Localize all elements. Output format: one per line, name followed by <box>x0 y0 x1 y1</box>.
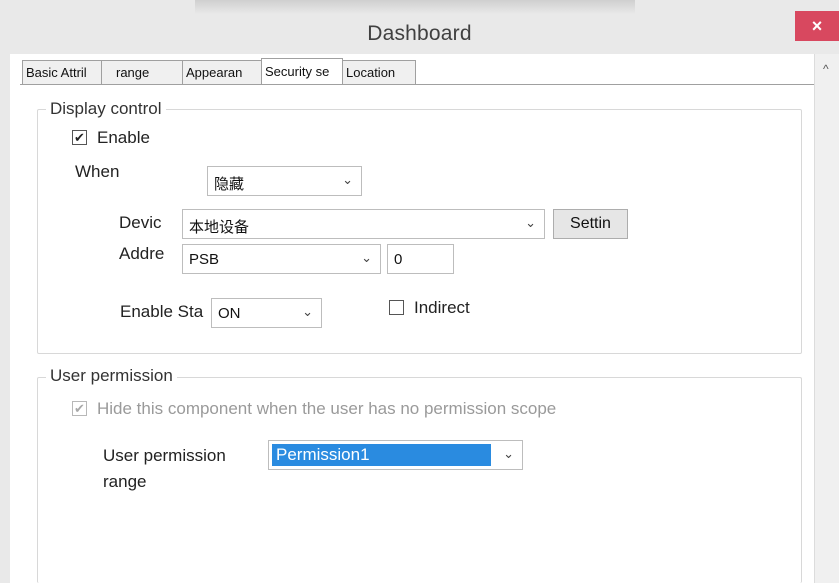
address-input[interactable]: 0 <box>387 244 454 274</box>
close-icon: × <box>811 15 823 36</box>
enable-checkbox[interactable]: ✔ <box>72 130 87 145</box>
check-icon: ✔ <box>74 401 85 416</box>
address-type-value: PSB <box>189 251 220 268</box>
scrollbar[interactable] <box>814 54 839 583</box>
check-icon: ✔ <box>74 130 85 145</box>
permission-range-value: Permission1 <box>272 444 491 466</box>
hide-component-checkbox[interactable]: ✔ <box>72 401 87 416</box>
enable-label: Enable <box>97 128 150 147</box>
enable-state-select[interactable]: ON ⌄ <box>211 298 322 328</box>
when-value: 隐藏 <box>214 176 245 193</box>
chevron-down-icon: ⌄ <box>361 250 372 265</box>
tab-security-settings[interactable]: Security se <box>261 58 343 84</box>
chevron-down-icon: ⌄ <box>525 215 536 230</box>
address-type-select[interactable]: PSB ⌄ <box>182 244 381 274</box>
permission-range-label-line1: User permission <box>103 446 226 465</box>
window-title: Dashboard <box>367 22 472 45</box>
chevron-down-icon: ⌄ <box>503 446 514 461</box>
user-permission-title: User permission <box>46 366 177 386</box>
permission-range-select[interactable]: Permission1 ⌄ <box>268 440 523 470</box>
tab-content-border <box>20 84 814 85</box>
title-bar-shade <box>195 0 635 14</box>
enable-state-value: ON <box>218 305 241 322</box>
permission-range-label-line2: range <box>103 472 147 491</box>
title-bar: Dashboard × <box>0 0 839 54</box>
tab-appearance[interactable]: Appearan <box>182 60 262 84</box>
address-label: Addre <box>119 244 165 263</box>
device-label: Devic <box>119 213 162 232</box>
chevron-down-icon: ⌄ <box>342 172 353 187</box>
hide-component-label: Hide this component when the user has no… <box>97 399 557 418</box>
when-label: When <box>75 162 120 181</box>
enable-state-label: Enable Sta <box>120 302 204 321</box>
tab-range[interactable]: range <box>101 60 183 84</box>
settings-button[interactable]: Settin <box>553 209 628 239</box>
tab-location[interactable]: Location <box>342 60 416 84</box>
device-value: 本地设备 <box>189 219 250 236</box>
close-button[interactable]: × <box>795 11 839 41</box>
scroll-up-icon[interactable]: ^ <box>823 62 829 76</box>
tab-basic-attributes[interactable]: Basic Attril <box>22 60 102 84</box>
window-frame-left <box>0 54 10 583</box>
indirect-checkbox[interactable] <box>389 300 404 315</box>
device-select[interactable]: 本地设备 ⌄ <box>182 209 545 239</box>
chevron-down-icon: ⌄ <box>302 304 313 319</box>
when-select[interactable]: 隐藏 ⌄ <box>207 166 362 196</box>
display-control-title: Display control <box>46 99 166 119</box>
indirect-label: Indirect <box>414 298 470 317</box>
